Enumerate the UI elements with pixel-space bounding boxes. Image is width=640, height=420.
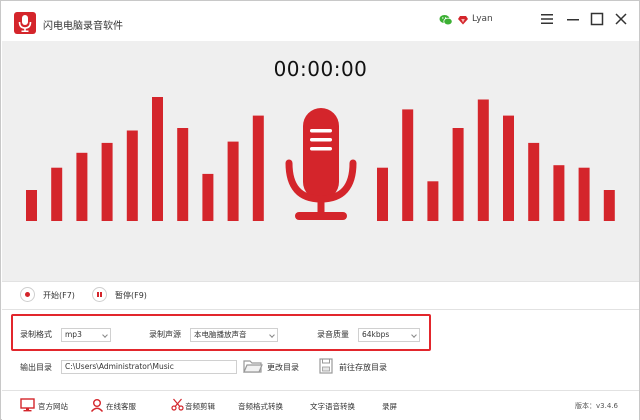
start-button[interactable] [20, 287, 35, 302]
level-bar-right-1 [402, 109, 414, 221]
footer-item-label: 音频剪辑 [185, 402, 215, 411]
level-bar-right-5 [503, 115, 514, 221]
app-window: 闪电电脑录音软件 Lyan 00:00:00 开始(F7) 暂停(F9) 录制格… [0, 0, 640, 420]
footer-item-label: 在线客服 [106, 402, 136, 411]
chevron-down-icon [102, 332, 108, 338]
change-dir-button[interactable]: 更改目录 [267, 362, 299, 373]
folder-icon[interactable] [243, 358, 263, 376]
level-bar-right-4 [477, 99, 489, 221]
online-service-link[interactable]: 在线客服 [89, 392, 149, 418]
footer-item-label: 文字语音转换 [310, 402, 355, 411]
title-bar[interactable]: 闪电电脑录音软件 Lyan [1, 1, 639, 41]
hamburger-menu-icon[interactable] [539, 11, 555, 27]
footer-item-label: 音频格式转换 [238, 402, 283, 411]
level-bar-left-4 [126, 130, 138, 221]
audio-edit-link[interactable]: 音频剪辑 [169, 392, 231, 418]
maximize-icon[interactable] [589, 11, 605, 27]
open-folder-icon[interactable] [319, 358, 333, 376]
source-select[interactable]: 本电脑播放声音 [190, 328, 278, 342]
quality-label: 录音质量 [317, 330, 349, 339]
output-dir-input[interactable]: C:\Users\Administrator\Music [61, 360, 237, 374]
level-bar-left-7 [202, 173, 214, 221]
level-bar-left-2 [76, 152, 88, 221]
level-bar-left-3 [101, 142, 113, 221]
pause-button[interactable] [92, 287, 107, 302]
quality-select[interactable]: 64kbps [358, 328, 420, 342]
close-icon[interactable] [613, 11, 629, 27]
level-bar-left-9 [252, 115, 264, 221]
monitor-icon [20, 398, 35, 412]
recording-visualizer-panel: 00:00:00 [2, 41, 639, 281]
user-name[interactable]: Lyan [472, 14, 493, 24]
minimize-icon[interactable] [565, 11, 581, 27]
footer-item-label: 录屏 [382, 402, 397, 411]
open-dir-button[interactable]: 前往存放目录 [339, 362, 387, 373]
app-title: 闪电电脑录音软件 [43, 21, 123, 32]
output-dir-label: 输出目录 [20, 363, 52, 372]
format-select[interactable]: mp3 [61, 328, 111, 342]
level-bar-left-8 [227, 141, 239, 221]
level-bar-left-1 [51, 167, 63, 221]
chevron-down-icon [269, 332, 275, 338]
customer-service-icon [90, 399, 104, 412]
diamond-icon [458, 15, 468, 25]
level-bar-left-6 [177, 128, 189, 221]
audio-format-convert-link[interactable]: 音频格式转换 [238, 392, 298, 418]
version-label: 版本：v3.4.6 [575, 402, 618, 410]
wechat-icon[interactable] [439, 13, 453, 27]
level-bar-right-7 [553, 165, 565, 221]
format-value: mp3 [65, 330, 82, 339]
official-site-link[interactable]: 官方网站 [18, 392, 78, 418]
source-value: 本电脑播放声音 [194, 330, 247, 339]
divider [2, 390, 639, 391]
divider [2, 309, 639, 310]
level-bar-right-8 [578, 167, 590, 221]
pause-icon [97, 292, 102, 297]
footer-toolbar: 官方网站 在线客服 音频剪辑 音频格式转换 文字语音转换 录屏 版本：v3.4.… [2, 392, 639, 420]
microphone-icon [14, 12, 36, 34]
pause-label[interactable]: 暂停(F9) [115, 290, 147, 301]
level-bar-right-0 [377, 167, 388, 221]
record-controls: 开始(F7) 暂停(F9) [1, 281, 639, 309]
screen-record-link[interactable]: 录屏 [382, 392, 406, 418]
scissors-icon [171, 398, 184, 411]
microphone-icon [285, 108, 357, 220]
level-bar-right-2 [427, 181, 439, 221]
format-label: 录制格式 [20, 330, 52, 339]
quality-value: 64kbps [362, 330, 390, 339]
level-bar-right-6 [528, 142, 540, 221]
level-bar-right-9 [603, 190, 615, 221]
level-bar-right-3 [452, 128, 464, 221]
text-to-speech-link[interactable]: 文字语音转换 [310, 392, 370, 418]
footer-item-label: 官方网站 [38, 402, 68, 411]
record-dot-icon [25, 292, 30, 297]
level-bar-left-5 [152, 97, 163, 221]
source-label: 录制声源 [149, 330, 181, 339]
chevron-down-icon [411, 332, 417, 338]
start-label[interactable]: 开始(F7) [43, 290, 75, 301]
audio-level-visualizer [26, 97, 615, 221]
level-bar-left-0 [26, 190, 37, 221]
